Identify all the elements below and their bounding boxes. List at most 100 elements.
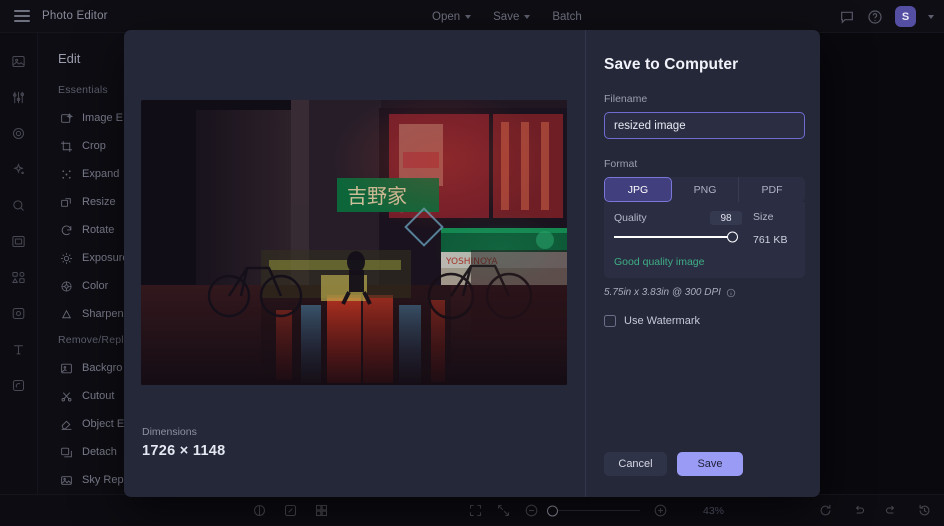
reset-icon[interactable] bbox=[818, 503, 833, 518]
rail-item-shapes[interactable] bbox=[7, 265, 31, 289]
history-icon[interactable] bbox=[917, 503, 932, 518]
expand-icon bbox=[60, 168, 73, 181]
app-title: Photo Editor bbox=[42, 10, 108, 22]
panel-item-label: Color bbox=[82, 280, 108, 292]
crop-icon bbox=[60, 140, 73, 153]
rail-item-image-frame[interactable] bbox=[7, 49, 31, 73]
menu-save[interactable]: Save bbox=[493, 11, 530, 23]
zoom-in-icon[interactable] bbox=[653, 503, 668, 518]
rail-item-frame[interactable] bbox=[7, 229, 31, 253]
rail-item-lens[interactable] bbox=[7, 121, 31, 145]
chat-icon[interactable] bbox=[839, 9, 855, 25]
menu-open[interactable]: Open bbox=[432, 11, 471, 23]
object-eraser-icon bbox=[60, 418, 73, 431]
dialog-preview-pane: one YOSHINOYA 吉野家 bbox=[124, 30, 585, 497]
image-preview: one YOSHINOYA 吉野家 bbox=[141, 100, 567, 385]
panel-item-label: Cutout bbox=[82, 390, 114, 402]
use-watermark-label: Use Watermark bbox=[624, 315, 700, 327]
zoom-slider-handle[interactable] bbox=[547, 505, 558, 516]
menu-batch-label: Batch bbox=[552, 11, 581, 23]
menu-open-label: Open bbox=[432, 11, 460, 23]
filename-label: Filename bbox=[604, 93, 802, 105]
panel-item-label: Rotate bbox=[82, 224, 114, 236]
panel-item-label: Resize bbox=[82, 196, 116, 208]
filename-input[interactable] bbox=[604, 112, 805, 139]
rail-item-stamp[interactable] bbox=[7, 373, 31, 397]
rail-item-text[interactable] bbox=[7, 337, 31, 361]
panel-item-label: Sky Rep bbox=[82, 474, 124, 486]
menu-batch[interactable]: Batch bbox=[552, 11, 581, 23]
dimensions-value: 1726 × 1148 bbox=[142, 443, 226, 459]
panel-item-label: Crop bbox=[82, 140, 106, 152]
image-enhance-icon bbox=[60, 112, 73, 125]
actual-size-icon[interactable] bbox=[496, 503, 511, 518]
panel-item-label: Detach bbox=[82, 446, 117, 458]
format-option-png[interactable]: PNG bbox=[672, 177, 739, 202]
frame-icon bbox=[11, 234, 26, 249]
chevron-down-icon bbox=[524, 15, 530, 19]
sparkle-icon bbox=[11, 162, 26, 177]
use-watermark-checkbox[interactable] bbox=[604, 315, 616, 327]
avatar[interactable]: S bbox=[895, 6, 916, 27]
stamp-icon bbox=[11, 378, 26, 393]
quality-box: Quality 98 Size 761 KB Good quality imag… bbox=[604, 202, 805, 278]
fit-screen-icon[interactable] bbox=[468, 503, 483, 518]
zoom-out-icon[interactable] bbox=[524, 503, 539, 518]
quality-slider-handle[interactable] bbox=[727, 231, 738, 242]
format-option-jpg[interactable]: JPG bbox=[604, 177, 672, 202]
tool-rail bbox=[0, 33, 38, 526]
lens-icon bbox=[11, 126, 26, 141]
help-icon[interactable] bbox=[867, 9, 883, 25]
zoom-percent: 43% bbox=[703, 505, 724, 517]
chevron-down-icon[interactable] bbox=[928, 15, 934, 19]
panel-item-label: Image E bbox=[82, 112, 123, 124]
info-icon[interactable] bbox=[726, 288, 736, 298]
color-wheel-icon bbox=[60, 280, 73, 293]
panel-item-label: Backgro bbox=[82, 362, 122, 374]
dpi-text: 5.75in x 3.83in @ 300 DPI bbox=[604, 287, 721, 298]
hamburger-icon[interactable] bbox=[14, 10, 30, 22]
bottom-right-group bbox=[818, 503, 932, 518]
format-option-pdf[interactable]: PDF bbox=[739, 177, 805, 202]
use-watermark-row[interactable]: Use Watermark bbox=[604, 315, 802, 327]
bottom-left-group bbox=[252, 503, 329, 518]
format-segmented-control: JPG PNG PDF bbox=[604, 177, 805, 202]
resize-icon bbox=[60, 196, 73, 209]
quality-label: Quality bbox=[614, 212, 647, 224]
save-to-computer-dialog: one YOSHINOYA 吉野家 bbox=[124, 30, 820, 497]
link-icon[interactable] bbox=[283, 503, 298, 518]
detach-icon bbox=[60, 446, 73, 459]
preview-artwork: one YOSHINOYA 吉野家 bbox=[141, 100, 567, 385]
shapes-icon bbox=[11, 270, 26, 285]
quality-value[interactable]: 98 bbox=[710, 211, 742, 225]
chevron-down-icon bbox=[465, 15, 471, 19]
sky-replace-icon bbox=[60, 474, 73, 487]
panel-item-label: Expand bbox=[82, 168, 119, 180]
rail-item-sticker[interactable] bbox=[7, 301, 31, 325]
rail-item-adjust[interactable] bbox=[7, 85, 31, 109]
compare-icon[interactable] bbox=[252, 503, 267, 518]
undo-icon[interactable] bbox=[851, 503, 866, 518]
rail-item-magic[interactable] bbox=[7, 193, 31, 217]
image-frame-icon bbox=[11, 54, 26, 69]
photo-editor-window: Photo Editor Open Save Batch S bbox=[0, 0, 944, 526]
rail-item-retouch[interactable] bbox=[7, 157, 31, 181]
cancel-button[interactable]: Cancel bbox=[604, 452, 667, 476]
zoom-controls: 43% bbox=[468, 503, 724, 518]
top-toolbar: Photo Editor Open Save Batch S bbox=[0, 0, 944, 33]
top-menu-group: Open Save Batch bbox=[432, 0, 582, 33]
text-icon bbox=[11, 342, 26, 357]
dialog-title: Save to Computer bbox=[604, 56, 802, 74]
dimensions-block: Dimensions 1726 × 1148 bbox=[142, 426, 226, 459]
redo-icon[interactable] bbox=[884, 503, 899, 518]
bottom-toolbar: 43% bbox=[0, 494, 944, 526]
quality-slider[interactable] bbox=[614, 236, 732, 238]
zoom-slider[interactable] bbox=[552, 510, 640, 512]
top-right-group: S bbox=[839, 0, 934, 33]
grid-icon[interactable] bbox=[314, 503, 329, 518]
sliders-icon bbox=[11, 90, 26, 105]
save-button[interactable]: Save bbox=[677, 452, 743, 476]
menu-save-label: Save bbox=[493, 11, 519, 23]
scissors-icon bbox=[60, 390, 73, 403]
magic-wand-icon bbox=[11, 198, 26, 213]
